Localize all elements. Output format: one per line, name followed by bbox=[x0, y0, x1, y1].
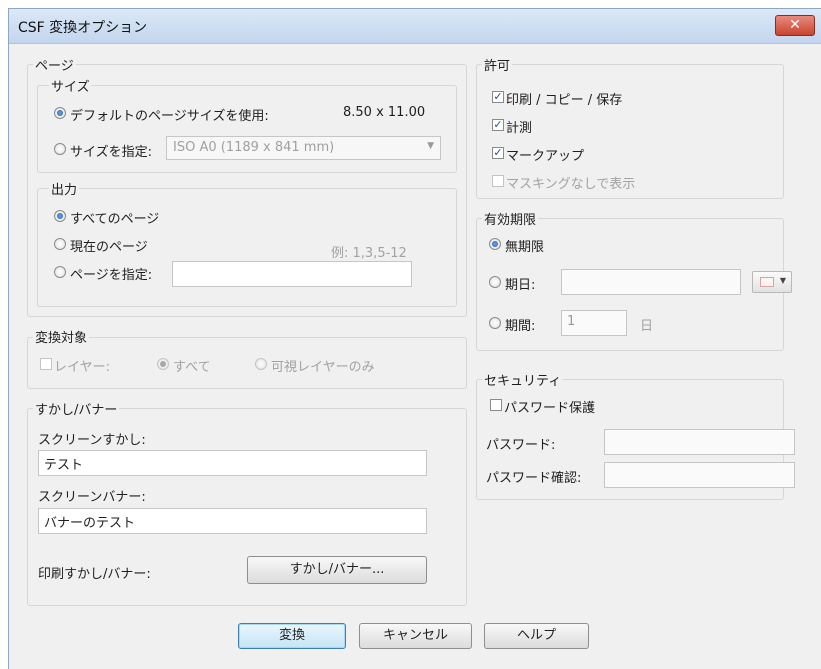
page-range-input[interactable] bbox=[172, 261, 412, 287]
print-copy-save-checkbox[interactable]: ✓ bbox=[492, 91, 504, 103]
date-picker-button[interactable]: ▼ bbox=[752, 271, 792, 293]
no-masking-label: マスキングなしで表示 bbox=[506, 177, 636, 192]
password-confirm-label: パスワード確認: bbox=[486, 471, 582, 486]
no-masking-checkbox bbox=[492, 175, 504, 187]
expiration-period-radio[interactable] bbox=[489, 317, 501, 329]
layers-checkbox bbox=[40, 358, 52, 370]
cancel-button[interactable]: キャンセル bbox=[359, 623, 472, 649]
convert-button[interactable]: 変換 bbox=[238, 623, 346, 649]
page-group-label: ページ bbox=[33, 55, 76, 74]
expiration-unlimited-radio[interactable] bbox=[489, 238, 501, 250]
size-custom-label: サイズを指定: bbox=[70, 145, 152, 160]
dialog-window: CSF 変換オプション ✕ ページ サイズ デフォルトのページサイズを使用: 8… bbox=[8, 8, 821, 669]
password-input[interactable] bbox=[604, 429, 795, 455]
password-label: パスワード: bbox=[486, 438, 556, 453]
output-all-label: すべてのページ bbox=[70, 212, 160, 227]
help-button[interactable]: ヘルプ bbox=[484, 623, 589, 649]
expiration-date-radio[interactable] bbox=[489, 276, 501, 288]
chevron-down-icon: ▼ bbox=[779, 276, 786, 285]
print-copy-save-label: 印刷 / コピー / 保存 bbox=[506, 93, 623, 108]
size-default-value: 8.50 x 11.00 bbox=[343, 105, 426, 120]
expiration-date-input[interactable] bbox=[561, 269, 741, 295]
size-custom-radio[interactable] bbox=[54, 143, 66, 155]
screen-watermark-input[interactable]: テスト bbox=[38, 450, 427, 476]
size-default-label: デフォルトのページサイズを使用: bbox=[70, 109, 269, 124]
page-range-example-hint: 例: 1,3,5-12 bbox=[331, 246, 407, 261]
output-specify-label: ページを指定: bbox=[70, 268, 153, 283]
output-specify-radio[interactable] bbox=[54, 266, 66, 278]
output-group-label: 出力 bbox=[49, 179, 80, 198]
window-title: CSF 変換オプション bbox=[18, 20, 148, 36]
expiration-period-input[interactable]: 1 bbox=[561, 310, 627, 336]
markup-checkbox[interactable]: ✓ bbox=[492, 147, 504, 159]
markup-label: マークアップ bbox=[506, 149, 585, 164]
measure-label: 計測 bbox=[506, 121, 533, 136]
convert-target-group-label: 変換対象 bbox=[33, 327, 90, 346]
screen-banner-input[interactable]: バナーのテスト bbox=[38, 508, 427, 534]
layers-visible-radio bbox=[255, 358, 267, 370]
screen-banner-label: スクリーンバナー: bbox=[38, 490, 146, 505]
password-protect-label: パスワード保護 bbox=[504, 401, 596, 416]
size-select-value: ISO A0 (1189 x 841 mm) bbox=[173, 140, 335, 155]
password-confirm-input[interactable] bbox=[604, 462, 795, 488]
size-group-label: サイズ bbox=[49, 76, 92, 95]
layers-all-label: すべて bbox=[173, 360, 211, 375]
measure-checkbox[interactable]: ✓ bbox=[492, 119, 504, 131]
expiration-period-unit: 日 bbox=[640, 319, 654, 334]
layers-visible-label: 可視レイヤーのみ bbox=[271, 360, 375, 375]
security-group-label: セキュリティ bbox=[482, 370, 564, 389]
watermark-group-label: すかし/バナー bbox=[33, 399, 120, 418]
layers-all-radio bbox=[157, 358, 169, 370]
expiration-unlimited-label: 無期限 bbox=[505, 240, 545, 255]
password-protect-checkbox[interactable] bbox=[490, 399, 502, 411]
expiration-date-label: 期日: bbox=[505, 278, 536, 293]
print-watermark-label: 印刷すかし/バナー: bbox=[38, 567, 151, 582]
permissions-group-label: 許可 bbox=[482, 55, 513, 74]
screen-watermark-label: スクリーンすかし: bbox=[38, 433, 146, 448]
calendar-icon bbox=[760, 277, 774, 287]
expiration-period-label: 期間: bbox=[505, 319, 536, 334]
output-current-label: 現在のページ bbox=[70, 240, 148, 255]
chevron-down-icon: ▼ bbox=[427, 141, 434, 151]
expiration-group-label: 有効期限 bbox=[482, 209, 539, 228]
layers-label: レイヤー: bbox=[54, 360, 110, 375]
title-bar: CSF 変換オプション ✕ bbox=[9, 9, 821, 44]
size-select[interactable]: ISO A0 (1189 x 841 mm) ▼ bbox=[166, 136, 441, 160]
output-all-radio[interactable] bbox=[54, 210, 66, 222]
watermark-banner-button[interactable]: すかし/バナー... bbox=[247, 556, 427, 584]
output-current-radio[interactable] bbox=[54, 238, 66, 250]
close-icon[interactable]: ✕ bbox=[775, 15, 815, 36]
size-default-radio[interactable] bbox=[54, 107, 66, 119]
